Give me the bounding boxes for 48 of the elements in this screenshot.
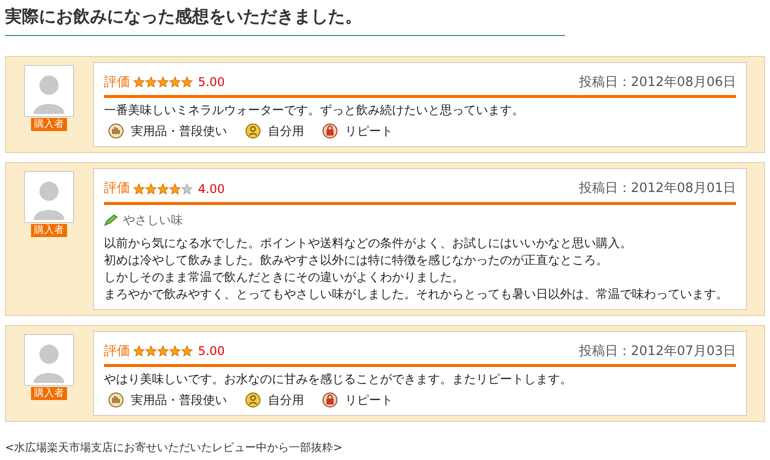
tag-label: 自分用 xyxy=(268,123,304,140)
star-icon xyxy=(157,76,169,88)
star-icon xyxy=(181,76,193,88)
star-icon xyxy=(169,345,181,358)
buyer-badge: 購入者 xyxy=(31,224,67,237)
review-text: まろやかで飲みやすく、とってもやさしい味がしました。それからとっても暑い日以外は、常温で味わっています。 xyxy=(104,286,729,302)
avatar-icon xyxy=(24,334,74,386)
star-icon xyxy=(169,182,181,195)
tag-label: リピート xyxy=(345,392,393,409)
review-text: 以前から気になる水でした。ポイントや送料などの条件がよく、お試しにはいいかなと思い購入。 xyxy=(104,234,633,252)
avatar-icon xyxy=(24,171,74,223)
buyer-badge: 購入者 xyxy=(31,386,67,400)
review-text: やはり美味しいです。お水なのに甘みを感じることができます。またリピートします。 xyxy=(104,371,573,388)
star-icon xyxy=(133,76,145,88)
person-icon xyxy=(245,123,261,139)
star-icon xyxy=(145,182,157,195)
review-title: やさしい味 xyxy=(123,212,183,228)
tag-label: 実用品・普段使い xyxy=(131,392,227,409)
star-icon xyxy=(133,182,145,195)
post-date: 投稿日：2012年08月06日 xyxy=(578,74,736,92)
tag-label: 自分用 xyxy=(268,392,304,409)
person-icon xyxy=(245,392,261,408)
star-icon xyxy=(157,182,169,195)
post-date: 投稿日：2012年07月03日 xyxy=(578,342,736,360)
rating-label: 評価 xyxy=(104,342,130,360)
star-icon xyxy=(145,76,157,88)
star-icon xyxy=(157,345,169,358)
star-icon xyxy=(133,345,145,358)
rating-label: 評価 xyxy=(104,180,130,198)
star-icon xyxy=(181,182,193,195)
tag-label: リピート xyxy=(345,123,393,140)
rating-label: 評価 xyxy=(104,74,130,92)
review-text: 初めは冷やして飲みました。飲みやすさ以外には特に特徴を感じなかったのが正直なところ。 xyxy=(104,252,609,268)
review-text: 一番美味しいミネラルウォーターです。ずっと飲み続けたいと思っています。 xyxy=(104,102,525,119)
rating-score: 5.00 xyxy=(198,343,225,360)
avatar-icon xyxy=(24,64,74,116)
pencil-icon xyxy=(104,214,118,226)
buyer-badge: 購入者 xyxy=(31,118,67,130)
page-heading: 実際にお飲みになった感想をいただきました。 xyxy=(5,5,565,36)
rating-score: 5.00 xyxy=(198,74,225,92)
post-date: 投稿日：2012年08月01日 xyxy=(578,180,736,198)
tag-label: 実用品・普段使い xyxy=(131,123,227,140)
footnote: <水広場楽天市場支店にお寄せいただいたレビュー中から一部抜粋> xyxy=(5,440,344,456)
star-icon xyxy=(145,345,157,358)
review-text: しかしそのまま常温で飲んだときにその違いがよくわかりました。 xyxy=(104,268,465,286)
star-icon xyxy=(169,76,181,88)
rating-score: 4.00 xyxy=(198,180,225,198)
star-icon xyxy=(181,345,193,358)
